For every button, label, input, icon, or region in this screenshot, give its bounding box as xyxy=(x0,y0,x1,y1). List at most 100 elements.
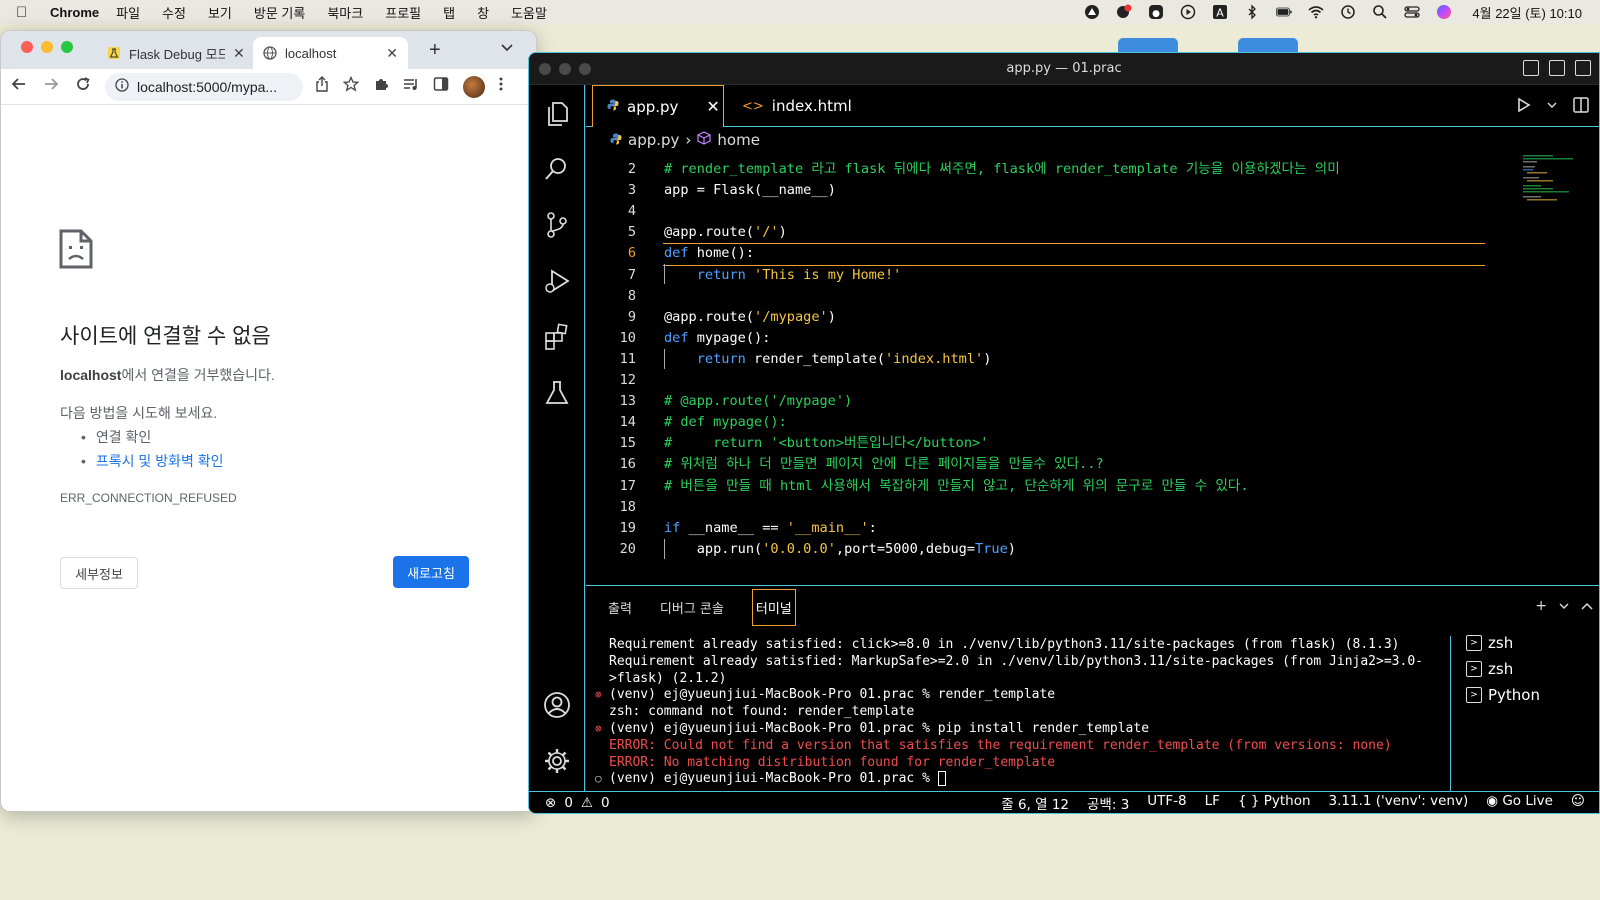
status-cursor-position[interactable]: 줄 6, 열 12 xyxy=(1001,793,1069,813)
extensions-icon[interactable] xyxy=(543,323,571,351)
proxy-firewall-link[interactable]: 프록시 및 방화벽 확인 xyxy=(96,453,224,469)
battery-icon[interactable] xyxy=(1276,4,1293,20)
wifi-icon[interactable] xyxy=(1308,4,1324,20)
notification-icon[interactable] xyxy=(1116,4,1132,20)
menu-window[interactable]: 창 xyxy=(477,3,489,22)
site-info-icon[interactable] xyxy=(115,78,129,95)
tab-label: app.py xyxy=(627,97,679,116)
editor-tabs: app.py ✕ <> index.html xyxy=(586,85,1599,127)
terminal-icon: > xyxy=(1466,687,1482,703)
terminal-item-python[interactable]: > Python xyxy=(1466,682,1596,708)
close-tab-icon[interactable]: ✕ xyxy=(233,45,245,62)
control-center-icon[interactable] xyxy=(1404,4,1421,20)
maximize-panel-chevron-up-icon[interactable] xyxy=(1581,598,1593,614)
desktop-folder-icon[interactable] xyxy=(1118,38,1178,52)
toggle-primary-sidebar-icon[interactable] xyxy=(1523,60,1539,76)
close-tab-icon[interactable]: ✕ xyxy=(706,97,719,116)
profile-avatar[interactable] xyxy=(463,75,485,98)
chrome-tab-flask-debug[interactable]: Flask Debug 모드 ✕ xyxy=(97,37,255,69)
settings-gear-icon[interactable] xyxy=(543,747,571,775)
accounts-icon[interactable] xyxy=(543,691,571,719)
menubar-app-name[interactable]: Chrome xyxy=(50,5,99,20)
explorer-files-icon[interactable] xyxy=(543,99,571,127)
breadcrumb-file[interactable]: app.py xyxy=(628,131,679,149)
minimap[interactable] xyxy=(1519,153,1599,213)
menu-help[interactable]: 도움말 xyxy=(511,3,547,22)
chrome-tab-localhost[interactable]: localhost ✕ xyxy=(253,37,408,69)
messenger-icon[interactable]: ● xyxy=(1148,4,1164,20)
status-interpreter[interactable]: 3.11.1 ('venv': venv) xyxy=(1329,793,1469,813)
vscode-titlebar: app.py — 01.prac xyxy=(529,53,1599,85)
chrome-window: Flask Debug 모드 ✕ localhost ✕ + localhost… xyxy=(0,30,537,812)
media-queue-icon[interactable] xyxy=(403,76,419,98)
tab-label: index.html xyxy=(771,97,852,115)
time-machine-icon[interactable] xyxy=(1340,4,1356,20)
line-number: 5 xyxy=(627,224,636,241)
testing-flask-icon[interactable] xyxy=(543,379,571,407)
spotlight-search-icon[interactable] xyxy=(1372,4,1388,20)
status-problems[interactable]: ⊗ 0 ⚠ 0 xyxy=(545,795,610,811)
status-golive[interactable]: ◉ Go Live xyxy=(1486,793,1553,813)
input-source-icon[interactable]: A xyxy=(1212,4,1228,20)
panel-tab-terminal[interactable]: 터미널 xyxy=(751,588,796,626)
reload-icon[interactable] xyxy=(73,76,93,97)
desktop-folder-icon[interactable] xyxy=(1238,38,1298,52)
minimize-window-button[interactable] xyxy=(41,41,53,53)
feedback-icon[interactable]: ☺ xyxy=(1571,793,1585,813)
menu-profiles[interactable]: 프로필 xyxy=(385,3,421,22)
address-bar[interactable]: localhost:5000/mypa... xyxy=(105,72,303,101)
zoom-window-button[interactable] xyxy=(61,41,73,53)
status-eol[interactable]: LF xyxy=(1205,793,1220,813)
close-window-button[interactable] xyxy=(21,41,33,53)
back-arrow-icon[interactable] xyxy=(9,76,29,97)
terminal-profile-chevron-icon[interactable] xyxy=(1559,598,1569,614)
status-encoding[interactable]: UTF-8 xyxy=(1147,793,1186,813)
menu-file[interactable]: 파일 xyxy=(116,3,140,22)
panel-tab-output[interactable]: 출력 xyxy=(608,598,632,617)
url-text: localhost:5000/mypa... xyxy=(137,78,278,95)
panel-tab-debug-console[interactable]: 디버그 콘솔 xyxy=(660,598,724,617)
extensions-puzzle-icon[interactable] xyxy=(373,76,389,98)
menu-history[interactable]: 방문 기록 xyxy=(254,3,305,22)
run-python-file-icon[interactable] xyxy=(1517,97,1531,117)
app-status-icon[interactable] xyxy=(1084,4,1100,20)
run-debug-icon[interactable] xyxy=(543,267,571,295)
split-editor-icon[interactable] xyxy=(1573,97,1589,117)
menubar-clock[interactable]: 4월 22일 (토) 10:10 xyxy=(1472,3,1582,22)
status-language[interactable]: { } Python xyxy=(1238,793,1311,813)
terminal-item-zsh[interactable]: > zsh xyxy=(1466,656,1596,682)
bookmark-star-icon[interactable] xyxy=(342,75,360,98)
status-indentation[interactable]: 공백: 3 xyxy=(1087,793,1129,813)
tab-search-chevron-icon[interactable] xyxy=(501,41,513,55)
close-tab-icon[interactable]: ✕ xyxy=(386,45,398,62)
toggle-secondary-sidebar-icon[interactable] xyxy=(1575,60,1591,76)
side-panel-icon[interactable] xyxy=(433,76,449,98)
details-button[interactable]: 세부정보 xyxy=(60,557,138,589)
search-icon[interactable] xyxy=(543,155,571,183)
menu-edit[interactable]: 수정 xyxy=(162,3,186,22)
share-icon[interactable] xyxy=(315,75,329,98)
apple-icon[interactable]:  xyxy=(16,4,36,21)
new-tab-plus-icon[interactable]: + xyxy=(429,39,441,62)
menu-tab[interactable]: 탭 xyxy=(443,3,455,22)
breadcrumb-symbol[interactable]: home xyxy=(717,131,760,149)
run-options-chevron-icon[interactable] xyxy=(1547,97,1557,117)
tab-title: Flask Debug 모드 xyxy=(129,46,225,62)
editor-tab-app-py[interactable]: app.py ✕ xyxy=(592,85,724,127)
terminal-output[interactable]: Requirement already satisfied: click>=8.… xyxy=(586,636,1451,792)
terminal-item-zsh[interactable]: > zsh xyxy=(1466,630,1596,656)
menu-view[interactable]: 보기 xyxy=(208,3,232,22)
new-terminal-plus-icon[interactable]: + xyxy=(1535,598,1547,614)
forward-arrow-icon[interactable] xyxy=(41,76,61,97)
play-circle-icon[interactable] xyxy=(1180,4,1196,20)
menu-bookmarks[interactable]: 북마크 xyxy=(327,3,363,22)
bluetooth-icon[interactable] xyxy=(1244,4,1260,20)
terminal-name: zsh xyxy=(1488,634,1514,652)
source-control-icon[interactable] xyxy=(543,211,571,239)
chrome-menu-kebab-icon[interactable] xyxy=(499,76,503,98)
terminal-line-text: ERROR: Could not find a version that sat… xyxy=(609,737,1392,753)
editor-tab-index-html[interactable]: <> index.html xyxy=(728,85,866,127)
toggle-panel-icon[interactable] xyxy=(1549,60,1565,76)
reload-button[interactable]: 새로고침 xyxy=(393,556,469,588)
siri-icon[interactable] xyxy=(1436,4,1452,20)
